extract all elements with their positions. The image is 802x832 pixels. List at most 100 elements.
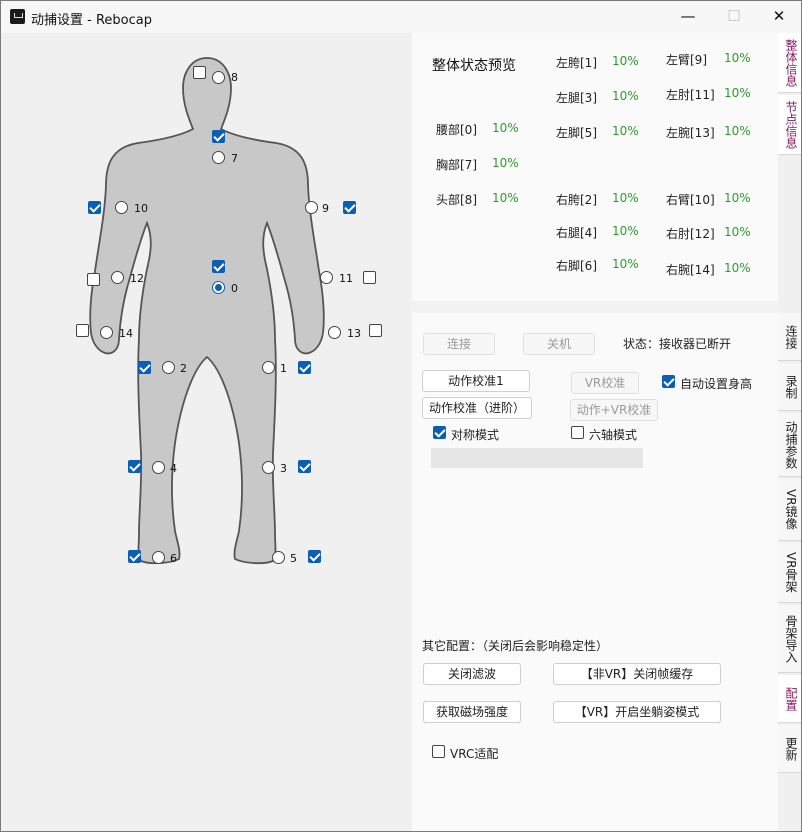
node-8-radio[interactable] xyxy=(212,71,225,84)
lfoot-value: 10% xyxy=(612,124,639,138)
status-preview-panel: 整体状态预览 腰部[0] 10% 胸部[7] 10% 头部[8] 10% 左胯[… xyxy=(412,33,778,301)
symmetric-mode-label: 对称模式 xyxy=(451,428,500,442)
connection-control-panel: 连接 关机 状态：接收器已断开 动作校准1 VR校准 自动设置身高 动作校准（进… xyxy=(412,313,778,831)
node-2-radio[interactable] xyxy=(162,361,175,374)
rfoot-value: 10% xyxy=(612,257,639,271)
rebocap-logo-icon xyxy=(10,9,25,24)
node-4-radio[interactable] xyxy=(152,461,165,474)
vrc-label: VRC适配 xyxy=(450,747,499,761)
node-2-checkbox[interactable] xyxy=(138,361,151,374)
node-14-radio[interactable] xyxy=(100,326,113,339)
vr-calibration-button[interactable]: VR校准 xyxy=(571,372,639,394)
title-bar: 动捕设置 - Rebocap — ☐ ✕ xyxy=(1,1,801,33)
tab-update[interactable]: 更新 xyxy=(778,725,801,773)
app-window: 动捕设置 - Rebocap — ☐ ✕ 8 7 10 9 0 12 11 14… xyxy=(0,0,802,832)
window-title: 动捕设置 - Rebocap xyxy=(31,13,152,28)
node-13-checkbox[interactable] xyxy=(369,324,382,337)
node-8-checkbox[interactable] xyxy=(193,66,206,79)
node-6-radio[interactable] xyxy=(152,551,165,564)
tab-record[interactable]: 录制 xyxy=(778,363,801,411)
waist-value: 10% xyxy=(492,121,519,135)
node-12-label: 12 xyxy=(130,272,144,285)
sit-lie-mode-button[interactable]: 【VR】开启坐躺姿模式 xyxy=(553,701,721,723)
tab-vr-skeleton[interactable]: VR骨架 xyxy=(778,543,801,603)
rwrist-label: 右腕[14] xyxy=(666,263,715,277)
tab-node-info[interactable]: 节点信息 xyxy=(778,95,801,155)
node-11-label: 11 xyxy=(339,272,353,285)
node-5-checkbox[interactable] xyxy=(308,550,321,563)
node-0-radio[interactable] xyxy=(212,281,225,294)
connection-status-text: 状态：接收器已断开 xyxy=(623,337,732,351)
lelbow-label: 左肘[11] xyxy=(666,88,715,102)
node-8-label: 8 xyxy=(231,71,238,84)
six-axis-mode-checkbox[interactable] xyxy=(571,426,584,439)
tab-overall-info[interactable]: 整体信息 xyxy=(778,33,801,93)
chest-value: 10% xyxy=(492,156,519,170)
lelbow-value: 10% xyxy=(724,86,751,100)
lhip-label: 左胯[1] xyxy=(556,56,597,70)
node-5-radio[interactable] xyxy=(272,551,285,564)
lwrist-value: 10% xyxy=(724,124,751,138)
node-4-checkbox[interactable] xyxy=(128,460,141,473)
advanced-calibration-button[interactable]: 动作校准（进阶） xyxy=(422,397,532,419)
node-13-radio[interactable] xyxy=(328,326,341,339)
node-10-radio[interactable] xyxy=(115,201,128,214)
node-1-checkbox[interactable] xyxy=(298,361,311,374)
tab-connect[interactable]: 连接 xyxy=(778,313,801,361)
chest-label: 胸部[7] xyxy=(436,158,477,172)
rthigh-value: 10% xyxy=(612,224,639,238)
node-6-checkbox[interactable] xyxy=(128,550,141,563)
close-frame-cache-button[interactable]: 【非VR】关闭帧缓存 xyxy=(553,663,721,685)
tab-mocap-params[interactable]: 动捕参数 xyxy=(778,413,801,477)
close-button[interactable]: ✕ xyxy=(756,1,801,33)
six-axis-mode-label: 六轴模式 xyxy=(589,428,638,442)
node-9-label: 9 xyxy=(322,202,329,215)
rwrist-value: 10% xyxy=(724,261,751,275)
head-value: 10% xyxy=(492,191,519,205)
lthigh-label: 左腿[3] xyxy=(556,91,597,105)
minimize-button[interactable]: — xyxy=(665,1,711,33)
node-3-radio[interactable] xyxy=(262,461,275,474)
vrc-checkbox[interactable] xyxy=(432,745,445,758)
node-0-checkbox[interactable] xyxy=(212,260,225,273)
node-11-radio[interactable] xyxy=(320,271,333,284)
close-filter-button[interactable]: 关闭滤波 xyxy=(423,663,521,685)
connect-button[interactable]: 连接 xyxy=(423,333,495,355)
body-silhouette xyxy=(89,57,325,565)
node-4-label: 4 xyxy=(170,462,177,475)
node-9-radio[interactable] xyxy=(305,201,318,214)
node-10-checkbox[interactable] xyxy=(88,201,101,214)
node-1-label: 1 xyxy=(280,362,287,375)
node-7-checkbox[interactable] xyxy=(212,130,225,143)
node-14-checkbox[interactable] xyxy=(76,324,89,337)
node-12-checkbox[interactable] xyxy=(87,273,100,286)
node-1-radio[interactable] xyxy=(262,361,275,374)
node-3-checkbox[interactable] xyxy=(298,460,311,473)
action-calibration-button[interactable]: 动作校准1 xyxy=(422,370,530,392)
node-6-label: 6 xyxy=(170,552,177,565)
action-vr-calibration-button[interactable]: 动作+VR校准 xyxy=(570,399,658,421)
rarm-label: 右臂[10] xyxy=(666,193,715,207)
preview-title: 整体状态预览 xyxy=(432,58,516,74)
relbow-value: 10% xyxy=(724,225,751,239)
tab-config[interactable]: 配置 xyxy=(778,675,801,723)
node-9-checkbox[interactable] xyxy=(343,201,356,214)
shutdown-button[interactable]: 关机 xyxy=(523,333,595,355)
tab-skeleton-import[interactable]: 骨架导入 xyxy=(778,605,801,673)
rhip-label: 右胯[2] xyxy=(556,193,597,207)
progress-bar xyxy=(431,448,643,468)
head-label: 头部[8] xyxy=(436,193,477,207)
rfoot-label: 右脚[6] xyxy=(556,259,597,273)
symmetric-mode-checkbox[interactable] xyxy=(433,426,446,439)
vertical-tabs: 整体信息 节点信息 连接 录制 动捕参数 VR镜像 VR骨架 骨架导入 配置 更… xyxy=(778,33,801,831)
node-12-radio[interactable] xyxy=(111,271,124,284)
get-magnetic-field-button[interactable]: 获取磁场强度 xyxy=(423,701,521,723)
lfoot-label: 左脚[5] xyxy=(556,126,597,140)
auto-height-checkbox[interactable] xyxy=(662,375,675,388)
node-5-label: 5 xyxy=(290,552,297,565)
maximize-button[interactable]: ☐ xyxy=(711,1,757,33)
node-11-checkbox[interactable] xyxy=(363,271,376,284)
tab-vr-mirror[interactable]: VR镜像 xyxy=(778,479,801,541)
node-7-radio[interactable] xyxy=(212,151,225,164)
node-2-label: 2 xyxy=(180,362,187,375)
